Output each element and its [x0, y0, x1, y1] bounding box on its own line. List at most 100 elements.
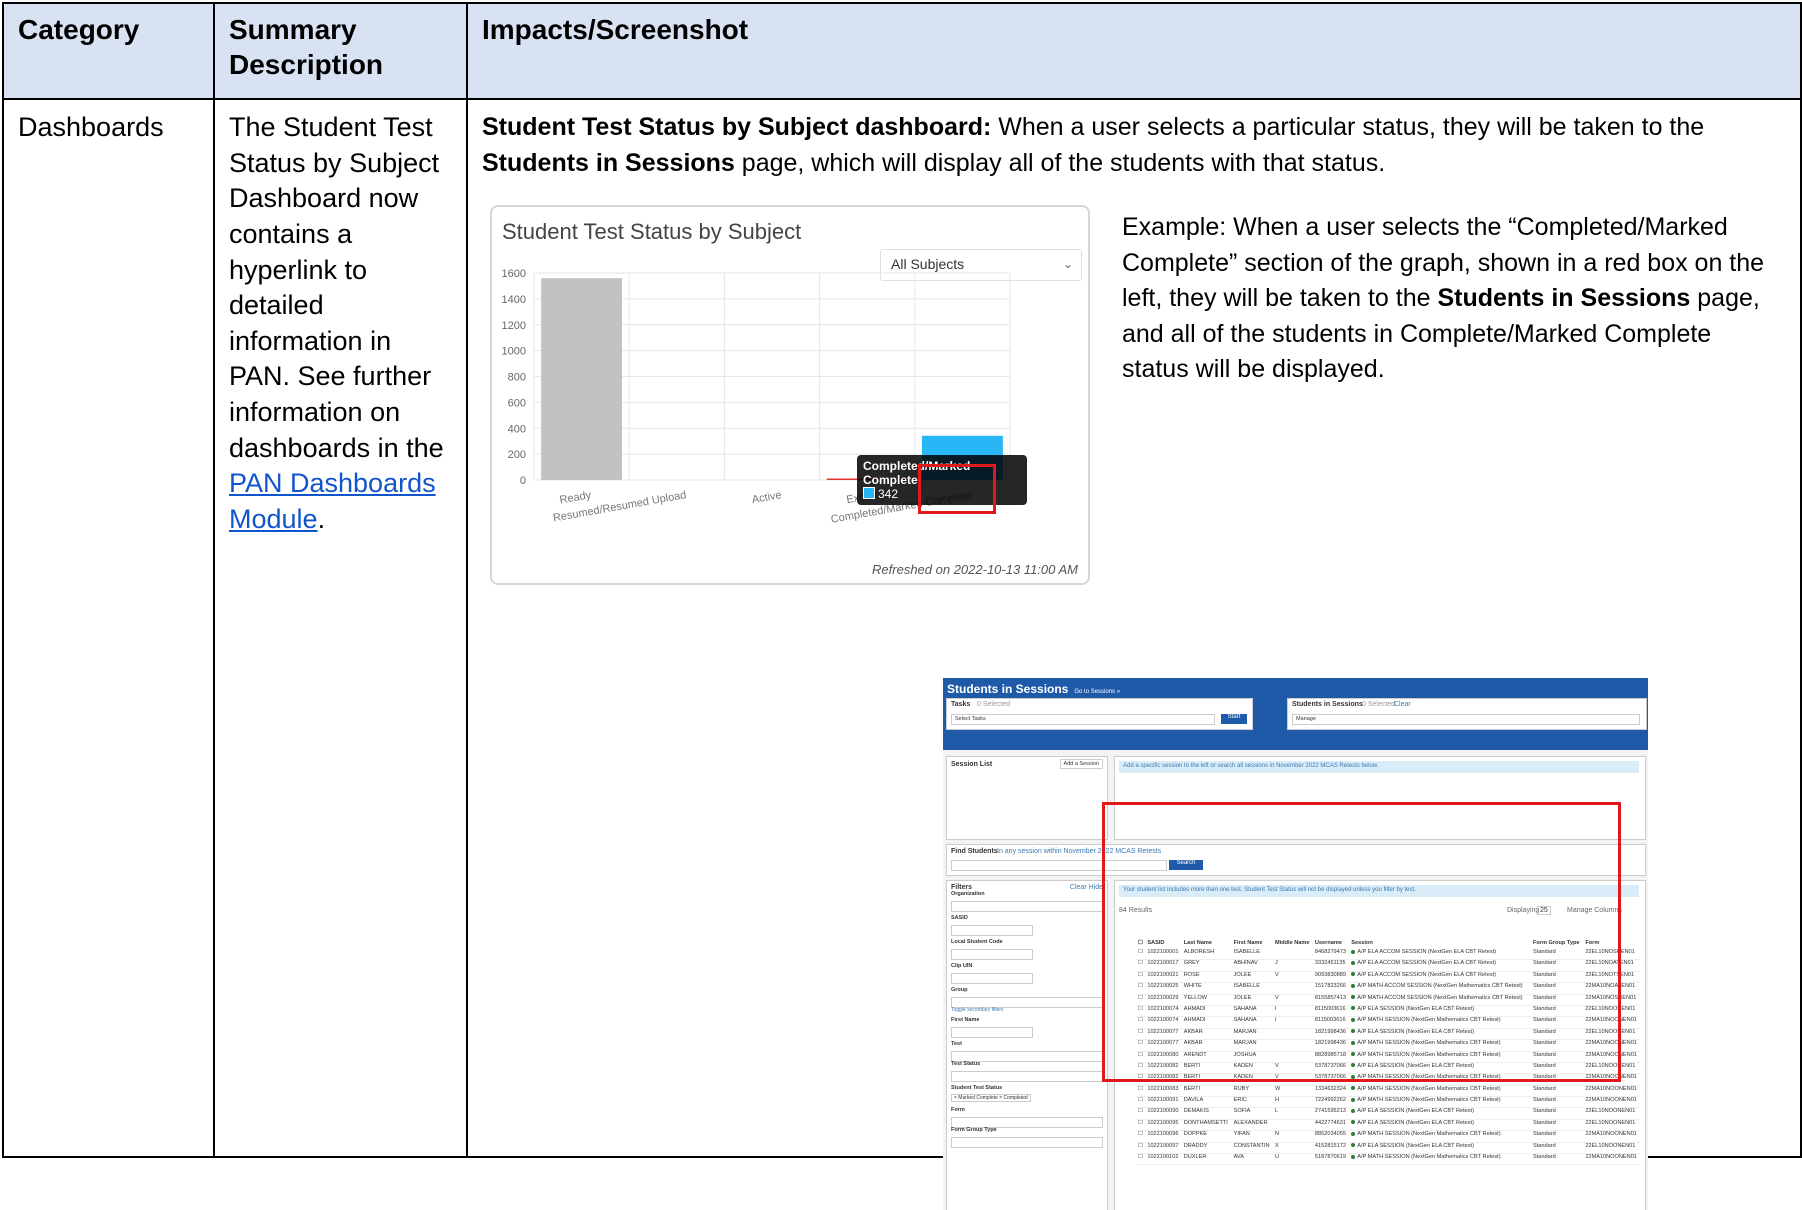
table-cell: A/P MATH SESSION (NextGen Mathematics CB…	[1349, 1130, 1531, 1143]
filter-input[interactable]	[951, 1071, 1103, 1082]
y-tick-label: 1000	[502, 346, 526, 358]
table-cell: DUXLER	[1181, 1153, 1232, 1166]
table-cell: X	[1272, 1142, 1313, 1155]
clear-hide-link[interactable]: Clear Hide	[1070, 884, 1103, 891]
filter-input[interactable]	[951, 925, 1033, 936]
table-cell: 22MA10NOONEN01	[1583, 1130, 1641, 1143]
table-cell: A/P MATH SESSION (NextGen Mathematics CB…	[1349, 1085, 1531, 1098]
table-cell: ERIC	[1231, 1096, 1273, 1109]
filter-label: Test Status	[951, 1061, 981, 1067]
row-checkbox[interactable]: ☐	[1136, 1153, 1146, 1166]
filter-input[interactable]	[951, 1027, 1033, 1038]
table-row[interactable]: ☐ 1022100083 BERTI RUBY W 1334632324 A/P MATH …	[1136, 1085, 1641, 1098]
pan-dashboards-link[interactable]: PAN Dashboards Module	[229, 468, 436, 534]
table-cell: 5187870619	[1312, 1153, 1350, 1166]
row-checkbox[interactable]: ☐	[1136, 1096, 1146, 1109]
chart-panel: Student Test Status by Subject All Subje…	[490, 205, 1090, 585]
table-cell: Standard	[1530, 1107, 1584, 1120]
category-cell: Dashboards	[2, 98, 215, 1158]
table-cell: A/P ELA SESSION (NextGen ELA CBT Retest)	[1349, 1119, 1531, 1132]
table-cell: U	[1272, 1153, 1313, 1166]
table-cell: DONTHAMSETTI	[1181, 1119, 1232, 1132]
table-row[interactable]: ☐ 1022100090 DEMAKIS SOFIA L 2741595213 A/P EL…	[1136, 1107, 1641, 1120]
impact-text-1: When a user selects a particular status,…	[991, 113, 1705, 141]
table-cell: Standard	[1530, 1153, 1584, 1166]
status-chips[interactable]: × Marked Complete × Completed	[951, 1094, 1031, 1102]
y-tick-label: 400	[508, 423, 526, 435]
table-cell: 2741595213	[1312, 1107, 1350, 1120]
filters-label: Filters	[951, 884, 973, 891]
table-cell: DOPPKE	[1181, 1130, 1232, 1143]
category-text: Dashboards	[18, 112, 164, 142]
row-checkbox[interactable]: ☐	[1136, 1119, 1146, 1132]
status-dot-icon	[1351, 1131, 1356, 1136]
filter-input[interactable]	[951, 1137, 1103, 1148]
filter-label: Test	[951, 1041, 962, 1047]
status-dot-icon	[1351, 1143, 1356, 1148]
row-checkbox[interactable]: ☐	[1136, 1085, 1146, 1098]
y-tick-label: 1200	[502, 320, 526, 332]
go-to-sessions-link[interactable]: Go to Sessions »	[1074, 689, 1120, 695]
table-cell: A/P MATH SESSION (NextGen Mathematics CB…	[1349, 1096, 1531, 1109]
table-cell: Standard	[1530, 1096, 1584, 1109]
table-cell: 1022100097	[1145, 1142, 1182, 1155]
y-tick-label: 800	[508, 372, 526, 384]
bar-ready	[541, 278, 623, 480]
table-cell: A/P MATH SESSION (NextGen Mathematics CB…	[1349, 1153, 1531, 1166]
row-checkbox[interactable]: ☐	[1136, 1142, 1146, 1155]
filter-label: Organization	[951, 891, 985, 897]
document-table: Category Summary Description Impacts/Scr…	[2, 2, 1802, 1210]
table-cell: BERTI	[1181, 1085, 1232, 1098]
table-cell: 1022100090	[1145, 1107, 1182, 1120]
table-cell: 1022100096	[1145, 1130, 1182, 1143]
table-cell: Standard	[1530, 1085, 1584, 1098]
session-list-label: Session List	[951, 761, 993, 768]
bar-chart: 02004006008001000120014001600ReadyResume…	[502, 268, 1011, 526]
refreshed-text: Refreshed on 2022-10-13 11:00 AM	[872, 562, 1078, 577]
sis-clear-link[interactable]: Clear	[1394, 701, 1411, 708]
toggle-secondary-filters[interactable]: Toggle secondary filters	[951, 1007, 1004, 1013]
tooltip-value: 342	[878, 487, 899, 501]
sis-page-title: Students in Sessions	[947, 682, 1069, 696]
header-summary: Summary Description	[213, 2, 468, 100]
start-button[interactable]: Start	[1221, 714, 1247, 724]
impact-bold-sis: Students in Sessions	[482, 148, 735, 177]
table-row[interactable]: ☐ 1022100097 DRADDY CONSTANTIN X 4152815172 A/…	[1136, 1142, 1641, 1155]
table-row[interactable]: ☐ 1022100096 DOPPKE YIFAN N 8852034055 A/P MAT…	[1136, 1130, 1641, 1143]
filter-input[interactable]	[951, 973, 1033, 984]
add-session-button[interactable]: Add a Session	[1059, 759, 1103, 769]
table-cell: SOFIA	[1231, 1107, 1273, 1120]
row-checkbox[interactable]: ☐	[1136, 1107, 1146, 1120]
status-dot-icon	[1351, 1120, 1356, 1125]
filter-input[interactable]	[951, 949, 1033, 960]
filter-input[interactable]	[951, 901, 1103, 912]
table-cell: A/P ELA SESSION (NextGen ELA CBT Retest)	[1349, 1107, 1531, 1120]
table-cell: 1022100095	[1145, 1119, 1182, 1132]
sis-panel-label: Students in Sessions	[1292, 701, 1363, 708]
manage-dropdown[interactable]: Manage	[1292, 714, 1640, 725]
table-row[interactable]: ☐ 1022100095 DONTHAMSETTI ALEXANDER 44227746…	[1136, 1119, 1641, 1132]
table-row[interactable]: ☐ 1022100102 DUXLER AVA U 5187870619 A/P MATH …	[1136, 1153, 1641, 1166]
session-info-bar: Add a specific session to the left or se…	[1119, 761, 1639, 773]
filter-label: Group	[951, 987, 968, 993]
table-cell: 1022100091	[1145, 1096, 1182, 1109]
table-row[interactable]: ☐ 1022100091 DAVILA ERIC H 7224992262 A/P MATH…	[1136, 1096, 1641, 1109]
table-cell: 8852034055	[1312, 1130, 1350, 1143]
row-checkbox[interactable]: ☐	[1136, 1130, 1146, 1143]
impact-description: Student Test Status by Subject dashboard…	[482, 110, 1786, 181]
filters-panel: Filters Clear Hide Organization SASID Loca…	[946, 880, 1108, 1210]
status-dot-icon	[1351, 1154, 1356, 1159]
sis-task-panel: Students in Sessions 0 Selected Clear Ma…	[1287, 698, 1647, 730]
table-cell: DEMAKIS	[1181, 1107, 1232, 1120]
status-dot-icon	[1351, 1108, 1356, 1113]
filter-label: SASID	[951, 915, 968, 921]
table-cell: YIFAN	[1231, 1130, 1273, 1143]
table-cell: Standard	[1530, 1130, 1584, 1143]
y-tick-label: 600	[508, 397, 526, 409]
table-cell: 4422774631	[1312, 1119, 1350, 1132]
select-tasks-dropdown[interactable]: Select Tasks	[951, 714, 1215, 725]
x-tick-label: Ready	[559, 489, 593, 506]
table-cell: 22MA10NOONEN01	[1583, 1153, 1641, 1166]
y-tick-label: 1400	[502, 294, 526, 306]
header-impacts: Impacts/Screenshot	[466, 2, 1802, 100]
